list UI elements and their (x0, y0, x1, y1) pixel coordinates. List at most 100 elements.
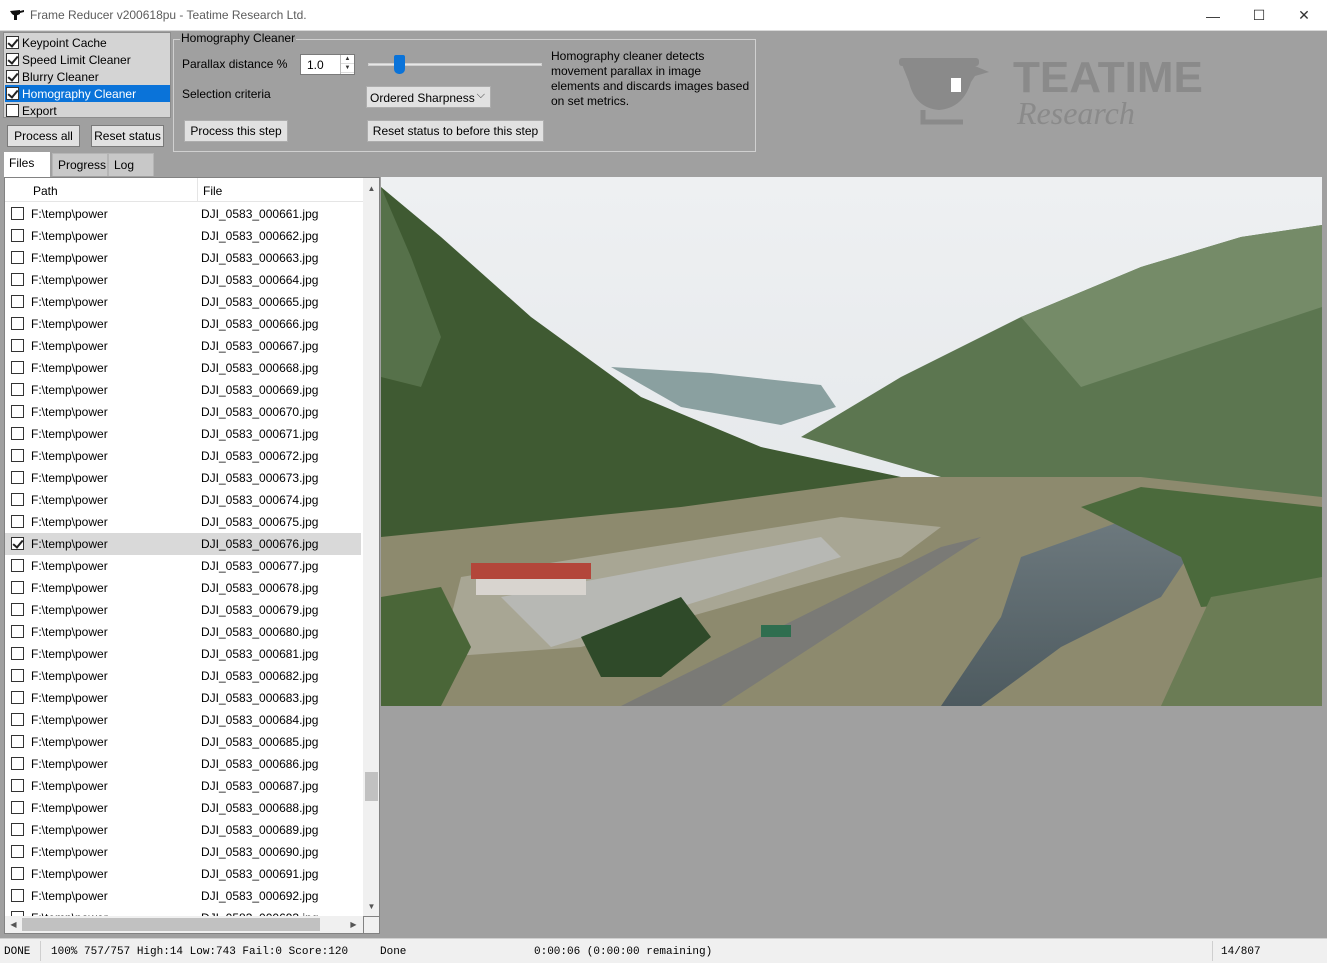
table-row[interactable]: F:\temp\power DJI_0583_000682.jpg (5, 665, 361, 687)
reset-step-button[interactable]: Reset status to before this step (367, 120, 544, 142)
row-checkbox[interactable] (11, 251, 24, 264)
row-checkbox[interactable] (11, 757, 24, 770)
horizontal-scroll-thumb[interactable] (22, 918, 320, 931)
table-row[interactable]: F:\temp\power DJI_0583_000667.jpg (5, 335, 361, 357)
table-row[interactable]: F:\temp\power DJI_0583_000674.jpg (5, 489, 361, 511)
table-row[interactable]: F:\temp\power DJI_0583_000664.jpg (5, 269, 361, 291)
table-row[interactable]: F:\temp\power DJI_0583_000678.jpg (5, 577, 361, 599)
stage-item-keypoint-cache[interactable]: Keypoint Cache (5, 34, 170, 51)
stage-item-export[interactable]: Export (5, 102, 170, 119)
reset-status-button[interactable]: Reset status (91, 125, 164, 147)
table-row[interactable]: F:\temp\power DJI_0583_000679.jpg (5, 599, 361, 621)
parallax-value[interactable]: 1.0 (307, 58, 324, 72)
scroll-right-icon[interactable]: ▶ (345, 916, 362, 933)
row-checkbox[interactable] (11, 339, 24, 352)
row-checkbox[interactable] (11, 559, 24, 572)
row-checkbox[interactable] (11, 361, 24, 374)
stage-item-speed-limit-cleaner[interactable]: Speed Limit Cleaner (5, 51, 170, 68)
table-row[interactable]: F:\temp\power DJI_0583_000683.jpg (5, 687, 361, 709)
table-row[interactable]: F:\temp\power DJI_0583_000673.jpg (5, 467, 361, 489)
row-checkbox[interactable] (11, 647, 24, 660)
process-step-button[interactable]: Process this step (184, 120, 288, 142)
selection-criteria-select[interactable]: Ordered Sharpness ⌵ (366, 86, 491, 108)
horizontal-scrollbar[interactable]: ◀ ▶ (5, 916, 363, 933)
table-row[interactable]: F:\temp\power DJI_0583_000663.jpg (5, 247, 361, 269)
stage-item-homography-cleaner[interactable]: Homography Cleaner (5, 85, 170, 102)
table-row[interactable]: F:\temp\power DJI_0583_000669.jpg (5, 379, 361, 401)
row-checkbox[interactable] (11, 669, 24, 682)
scroll-down-icon[interactable]: ▼ (363, 898, 379, 915)
vertical-scrollbar[interactable]: ▲ ▼ (363, 178, 379, 916)
row-checkbox[interactable] (11, 537, 24, 550)
row-checkbox[interactable] (11, 317, 24, 330)
parallax-stepper[interactable]: 1.0 ▲ ▼ (300, 54, 355, 75)
table-row[interactable]: F:\temp\power DJI_0583_000688.jpg (5, 797, 361, 819)
tab-log[interactable]: Log (108, 153, 154, 176)
stage-checkbox[interactable] (6, 53, 19, 66)
table-row[interactable]: F:\temp\power DJI_0583_000680.jpg (5, 621, 361, 643)
minimize-button[interactable]: — (1190, 0, 1236, 31)
table-row[interactable]: F:\temp\power DJI_0583_000670.jpg (5, 401, 361, 423)
stage-checkbox[interactable] (6, 87, 19, 100)
row-checkbox[interactable] (11, 845, 24, 858)
table-row[interactable]: F:\temp\power DJI_0583_000666.jpg (5, 313, 361, 335)
row-checkbox[interactable] (11, 471, 24, 484)
table-row[interactable]: F:\temp\power DJI_0583_000691.jpg (5, 863, 361, 885)
row-checkbox[interactable] (11, 735, 24, 748)
table-row[interactable]: F:\temp\power DJI_0583_000665.jpg (5, 291, 361, 313)
table-row[interactable]: F:\temp\power DJI_0583_000684.jpg (5, 709, 361, 731)
parallax-slider-thumb[interactable] (394, 55, 405, 74)
row-checkbox[interactable] (11, 449, 24, 462)
table-row[interactable]: F:\temp\power DJI_0583_000689.jpg (5, 819, 361, 841)
stage-checkbox[interactable] (6, 104, 19, 117)
table-row[interactable]: F:\temp\power DJI_0583_000675.jpg (5, 511, 361, 533)
row-checkbox[interactable] (11, 603, 24, 616)
row-checkbox[interactable] (11, 823, 24, 836)
table-row[interactable]: F:\temp\power DJI_0583_000677.jpg (5, 555, 361, 577)
table-row[interactable]: F:\temp\power DJI_0583_000671.jpg (5, 423, 361, 445)
row-checkbox[interactable] (11, 405, 24, 418)
tab-progress[interactable]: Progress (52, 153, 108, 176)
scroll-up-icon[interactable]: ▲ (363, 180, 379, 197)
row-checkbox[interactable] (11, 889, 24, 902)
row-checkbox[interactable] (11, 801, 24, 814)
table-row[interactable]: F:\temp\power DJI_0583_000676.jpg (5, 533, 361, 555)
row-checkbox[interactable] (11, 691, 24, 704)
maximize-button[interactable]: ☐ (1236, 0, 1282, 31)
row-checkbox[interactable] (11, 229, 24, 242)
row-checkbox[interactable] (11, 207, 24, 220)
table-row[interactable]: F:\temp\power DJI_0583_000662.jpg (5, 225, 361, 247)
file-list[interactable]: Path File F:\temp\power DJI_0583_000661.j… (4, 177, 380, 934)
row-checkbox[interactable] (11, 779, 24, 792)
vertical-scroll-thumb[interactable] (365, 772, 378, 801)
row-checkbox[interactable] (11, 273, 24, 286)
close-button[interactable]: ✕ (1281, 0, 1327, 31)
row-checkbox[interactable] (11, 295, 24, 308)
stage-checkbox[interactable] (6, 36, 19, 49)
table-row[interactable]: F:\temp\power DJI_0583_000687.jpg (5, 775, 361, 797)
stage-item-blurry-cleaner[interactable]: Blurry Cleaner (5, 68, 170, 85)
row-checkbox[interactable] (11, 515, 24, 528)
stage-checkbox[interactable] (6, 70, 19, 83)
table-row[interactable]: F:\temp\power DJI_0583_000690.jpg (5, 841, 361, 863)
stage-list[interactable]: Keypoint Cache Speed Limit Cleaner Blurr… (3, 32, 171, 118)
table-row[interactable]: F:\temp\power DJI_0583_000672.jpg (5, 445, 361, 467)
row-checkbox[interactable] (11, 713, 24, 726)
table-row[interactable]: F:\temp\power DJI_0583_000692.jpg (5, 885, 361, 907)
row-checkbox[interactable] (11, 581, 24, 594)
row-checkbox[interactable] (11, 383, 24, 396)
column-header-path[interactable]: Path (33, 184, 58, 198)
row-checkbox[interactable] (11, 867, 24, 880)
row-checkbox[interactable] (11, 493, 24, 506)
table-row[interactable]: F:\temp\power DJI_0583_000685.jpg (5, 731, 361, 753)
stepper-down-icon[interactable]: ▼ (341, 64, 354, 73)
table-row[interactable]: F:\temp\power DJI_0583_000686.jpg (5, 753, 361, 775)
tab-files[interactable]: Files (3, 151, 51, 177)
scroll-left-icon[interactable]: ◀ (5, 916, 22, 933)
stepper-up-icon[interactable]: ▲ (341, 55, 354, 64)
row-checkbox[interactable] (11, 427, 24, 440)
column-header-file[interactable]: File (203, 184, 222, 198)
table-row[interactable]: F:\temp\power DJI_0583_000681.jpg (5, 643, 361, 665)
table-row[interactable]: F:\temp\power DJI_0583_000661.jpg (5, 203, 361, 225)
process-all-button[interactable]: Process all (7, 125, 80, 147)
